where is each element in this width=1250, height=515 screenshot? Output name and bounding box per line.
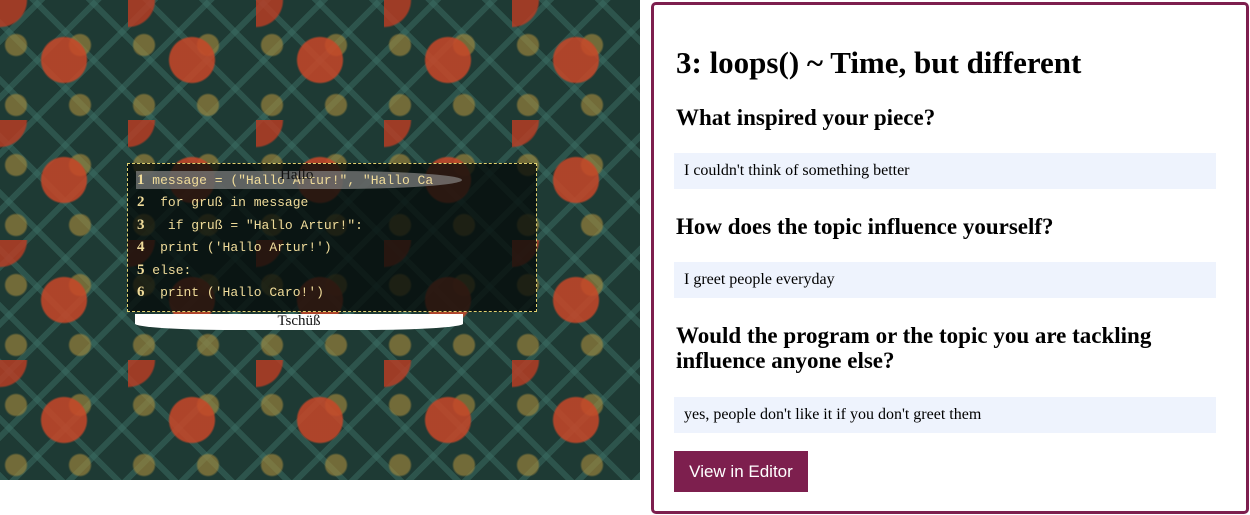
- code-line: 6 print ('Hallo Caro!'): [137, 284, 324, 301]
- line-number: 5: [137, 262, 145, 278]
- question-heading: What inspired your piece?: [676, 105, 936, 130]
- code-line: 3 if gruß = "Hallo Artur!":: [137, 217, 363, 234]
- sketch-canvas[interactable]: 1 message = ("Hallo Artur!", "Hallo Ca 2…: [0, 0, 640, 480]
- code-line: 2 for gruß in message: [137, 194, 308, 211]
- page-title: 3: loops() ~ Time, but different: [676, 45, 1082, 80]
- code-line: 5 else:: [137, 262, 191, 279]
- line-number: 6: [137, 284, 145, 300]
- line-number: 2: [137, 194, 145, 210]
- code-display: 1 message = ("Hallo Artur!", "Hallo Ca 2…: [127, 163, 537, 312]
- question-heading: How does the topic influence yourself?: [676, 214, 1054, 239]
- view-in-editor-button[interactable]: View in Editor: [674, 451, 808, 492]
- answer-box: I couldn't think of something better: [674, 153, 1216, 189]
- answer-box: I greet people everyday: [674, 262, 1216, 298]
- line-text: print ('Hallo Artur!'): [144, 240, 332, 255]
- line-number: 4: [137, 239, 145, 255]
- info-panel: 3: loops() ~ Time, but different What in…: [651, 2, 1249, 514]
- line-text: if gruß = "Hallo Artur!":: [144, 218, 363, 233]
- question-heading: Would the program or the topic you are t…: [676, 323, 1152, 373]
- line-number: 3: [137, 217, 145, 233]
- line-text: for gruß in message: [144, 195, 309, 210]
- line-number: 1: [137, 172, 145, 188]
- line-text: print ('Hallo Caro!'): [144, 285, 324, 300]
- line-text: else:: [144, 263, 192, 278]
- answer-box: yes, people don't like it if you don't g…: [674, 397, 1216, 433]
- code-line: 4 print ('Hallo Artur!'): [137, 239, 332, 256]
- greeting-top: Hallo: [280, 167, 314, 183]
- greeting-bottom: Tschüß: [135, 314, 463, 330]
